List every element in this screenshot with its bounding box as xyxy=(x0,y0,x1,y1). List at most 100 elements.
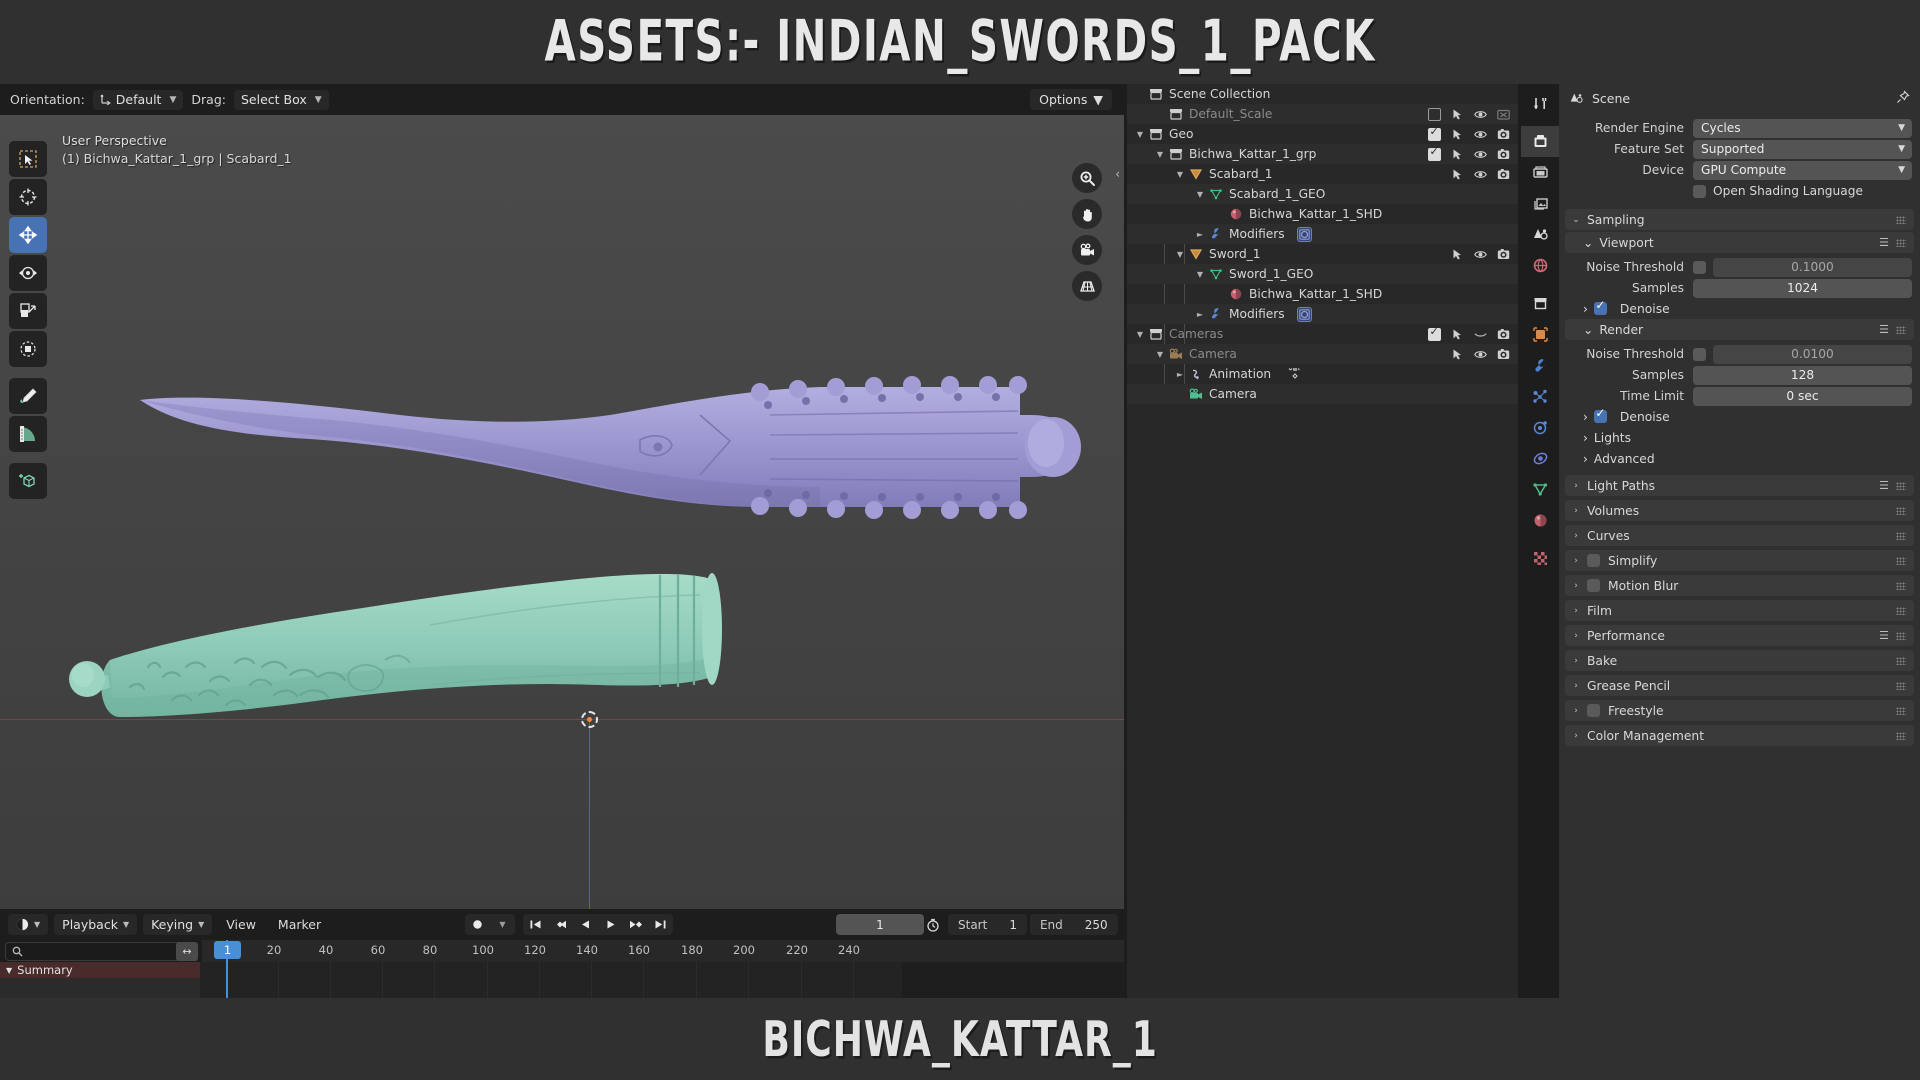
subsurf-modifier-icon[interactable] xyxy=(1296,306,1312,322)
outliner-row-scene-collection[interactable]: Scene Collection xyxy=(1127,84,1518,104)
pin-icon[interactable] xyxy=(1896,89,1910,108)
outliner-row-animation[interactable]: ► Animation xyxy=(1127,364,1518,384)
sampling-viewport-header[interactable]: ⌄ Viewport ☰ xyxy=(1565,232,1914,253)
camera-icon[interactable] xyxy=(1497,248,1510,261)
triangle-down-icon[interactable]: ▼ xyxy=(1173,170,1187,179)
material-tab[interactable] xyxy=(1521,505,1559,536)
editor-type-selector[interactable]: ▼ xyxy=(8,913,49,935)
sampling-section-header[interactable]: ⌄ Sampling xyxy=(1565,209,1914,230)
physics-tab[interactable] xyxy=(1521,412,1559,443)
viewport-noise-threshold-checkbox[interactable] xyxy=(1693,260,1706,274)
view-menu[interactable]: View xyxy=(218,917,264,932)
triangle-down-icon[interactable]: ▼ xyxy=(1173,250,1187,259)
record-icon[interactable] xyxy=(465,914,490,935)
modifier-tab[interactable] xyxy=(1521,350,1559,381)
next-keyframe-icon[interactable] xyxy=(623,914,648,935)
tool-tab[interactable] xyxy=(1521,88,1559,119)
checkbox-off[interactable] xyxy=(1428,107,1441,121)
outliner-row-geo[interactable]: ▼ Geo xyxy=(1127,124,1518,144)
selectable-icon[interactable] xyxy=(1451,168,1464,181)
properties-panel-light-paths[interactable]: › Light Paths ☰ xyxy=(1565,475,1914,496)
render-denoise-checkbox[interactable] xyxy=(1593,406,1607,423)
eye-icon[interactable] xyxy=(1474,108,1487,121)
current-frame-field[interactable]: 1 xyxy=(836,914,924,935)
properties-panel-curves[interactable]: › Curves xyxy=(1565,525,1914,546)
outliner-row-modifiers[interactable]: ► Modifiers xyxy=(1127,304,1518,324)
outliner-editor[interactable]: Scene CollectionDefault_Scale▼Geo▼Bichwa… xyxy=(1127,84,1518,998)
checkbox-on[interactable] xyxy=(1428,125,1441,141)
checkbox-on[interactable] xyxy=(1428,325,1441,341)
properties-panel-motion-blur[interactable]: › Motion Blur xyxy=(1565,575,1914,596)
eye-closed-icon[interactable] xyxy=(1474,328,1487,341)
search-input[interactable] xyxy=(5,942,191,961)
constraints-tab[interactable] xyxy=(1521,443,1559,474)
selectable-icon[interactable] xyxy=(1451,248,1464,261)
eye-icon[interactable] xyxy=(1474,168,1487,181)
playback-menu[interactable]: Playback ▼ xyxy=(54,913,138,935)
outliner-row-modifiers[interactable]: ► Modifiers xyxy=(1127,224,1518,244)
preset-list-icon[interactable]: ☰ xyxy=(1879,479,1889,492)
collection-tab[interactable] xyxy=(1521,288,1559,319)
outliner-row-bichwa-kattar-1-shd[interactable]: Bichwa_Kattar_1_SHD xyxy=(1127,204,1518,224)
selectable-icon[interactable] xyxy=(1451,348,1464,361)
sampling-lights-row[interactable]: › Lights xyxy=(1559,427,1920,448)
render-samples-value[interactable]: 128 xyxy=(1693,365,1912,385)
orientation-dropdown[interactable]: Default ▼ xyxy=(92,89,184,110)
render-noise-threshold-checkbox[interactable] xyxy=(1693,347,1706,361)
outliner-row-scabard-1-geo[interactable]: ▼ Scabard_1_GEO xyxy=(1127,184,1518,204)
world-tab[interactable] xyxy=(1521,250,1559,281)
render-denoise-row[interactable]: › Denoise xyxy=(1559,406,1920,427)
sampling-render-header[interactable]: ⌄ Render ☰ xyxy=(1565,319,1914,340)
end-frame-field[interactable]: End 250 xyxy=(1029,914,1118,935)
camera-disabled-icon[interactable] xyxy=(1497,108,1510,121)
outliner-row-bichwa-kattar-1-shd[interactable]: Bichwa_Kattar_1_SHD xyxy=(1127,284,1518,304)
properties-panel-bake[interactable]: › Bake xyxy=(1565,650,1914,671)
outliner-row-sword-1-geo[interactable]: ▼ Sword_1_GEO xyxy=(1127,264,1518,284)
outliner-row-camera[interactable]: Camera xyxy=(1127,384,1518,404)
stopwatch-icon[interactable] xyxy=(920,914,945,935)
preset-list-icon[interactable]: ☰ xyxy=(1879,236,1889,249)
camera-icon[interactable] xyxy=(1497,168,1510,181)
viewport-noise-threshold-value[interactable]: 0.1000 xyxy=(1713,257,1912,277)
triangle-down-icon[interactable]: ▼ xyxy=(1133,130,1147,139)
properties-panel-freestyle[interactable]: › Freestyle xyxy=(1565,700,1914,721)
properties-panel-volumes[interactable]: › Volumes xyxy=(1565,500,1914,521)
play-reverse-icon[interactable] xyxy=(573,914,598,935)
triangle-down-icon[interactable]: ▼ xyxy=(1133,330,1147,339)
camera-icon[interactable] xyxy=(1497,328,1510,341)
properties-panel-performance[interactable]: › Performance ☰ xyxy=(1565,625,1914,646)
eye-icon[interactable] xyxy=(1474,148,1487,161)
outliner-row-bichwa-kattar-1-grp[interactable]: ▼ Bichwa_Kattar_1_grp xyxy=(1127,144,1518,164)
checkbox-on[interactable] xyxy=(1428,145,1441,161)
expand-horizontal-icon[interactable]: ↔ xyxy=(176,942,198,961)
outliner-row-default-scale[interactable]: Default_Scale xyxy=(1127,104,1518,124)
triangle-down-icon[interactable]: ▼ xyxy=(1153,350,1167,359)
preset-list-icon[interactable]: ☰ xyxy=(1879,323,1889,336)
properties-editor[interactable]: Scene Render Engine Cycles ▼ Feature Set… xyxy=(1559,84,1920,998)
outliner-row-sword-1[interactable]: ▼ Sword_1 xyxy=(1127,244,1518,264)
outliner-row-cameras[interactable]: ▼ Cameras xyxy=(1127,324,1518,344)
render-engine-dropdown[interactable]: Cycles ▼ xyxy=(1693,118,1912,138)
options-button[interactable]: Options ▼ xyxy=(1030,89,1112,110)
selectable-icon[interactable] xyxy=(1451,148,1464,161)
outliner-row-camera[interactable]: ▼ Camera xyxy=(1127,344,1518,364)
keying-menu[interactable]: Keying ▼ xyxy=(143,913,213,935)
camera-icon[interactable] xyxy=(1497,348,1510,361)
triangle-down-icon[interactable]: ▼ xyxy=(1193,190,1207,199)
view-layer-tab[interactable] xyxy=(1521,188,1559,219)
play-icon[interactable] xyxy=(598,914,623,935)
start-frame-field[interactable]: Start 1 xyxy=(948,914,1027,935)
device-dropdown[interactable]: GPU Compute ▼ xyxy=(1693,160,1912,180)
timeline-ruler[interactable]: 1 20 40 60 80 100 120 140 160 180 200 22… xyxy=(202,940,1124,962)
feature-set-dropdown[interactable]: Supported ▼ xyxy=(1693,139,1912,159)
viewport-denoise-checkbox[interactable] xyxy=(1593,298,1607,315)
camera-icon[interactable] xyxy=(1497,128,1510,141)
object-tab[interactable] xyxy=(1521,319,1559,350)
selectable-icon[interactable] xyxy=(1451,128,1464,141)
properties-panel-color-management[interactable]: › Color Management xyxy=(1565,725,1914,746)
jump-end-icon[interactable] xyxy=(648,914,673,935)
output-tab[interactable] xyxy=(1521,157,1559,188)
eye-icon[interactable] xyxy=(1474,128,1487,141)
properties-panel-grease-pencil[interactable]: › Grease Pencil xyxy=(1565,675,1914,696)
camera-icon[interactable] xyxy=(1497,148,1510,161)
